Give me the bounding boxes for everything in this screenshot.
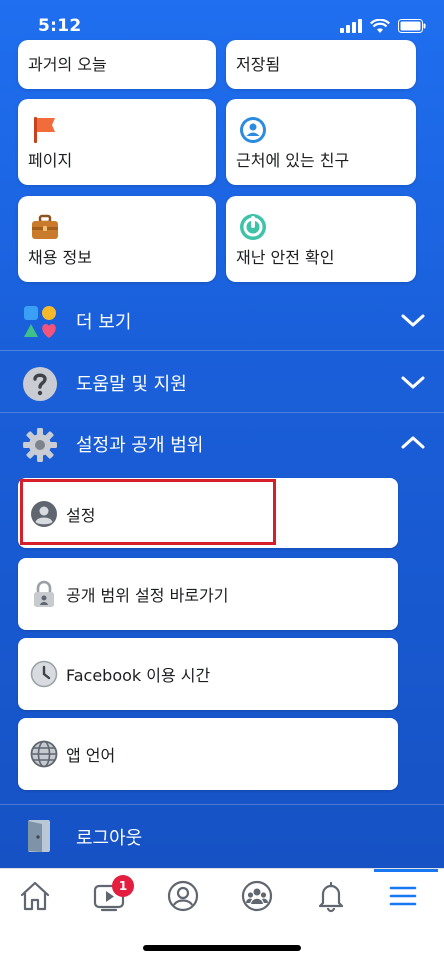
settings-item[interactable]: 설정 [18, 478, 398, 548]
shortcut-jobs[interactable]: 채용 정보 [18, 196, 216, 282]
shortcut-saved[interactable]: 저장됨 [226, 40, 416, 89]
tab-menu[interactable] [386, 879, 426, 919]
crisis-response-icon [240, 214, 266, 240]
profile-icon [167, 880, 199, 912]
logout-label: 로그아웃 [76, 828, 143, 849]
help-support-row[interactable]: 도움말 및 지원 [0, 352, 444, 412]
gear-icon [23, 428, 57, 462]
account-icon [31, 501, 57, 527]
status-icons [340, 16, 426, 36]
briefcase-icon [32, 214, 58, 239]
active-tab-indicator [374, 869, 438, 872]
menu-icon [389, 886, 417, 906]
battery-icon [398, 19, 426, 33]
chevron-down-icon [401, 314, 425, 327]
nearby-friends-icon [240, 117, 266, 143]
notification-badge: 1 [112, 875, 134, 897]
status-time: 5:12 [38, 16, 82, 36]
tab-profile[interactable] [166, 879, 206, 919]
shortcut-nearby-friends-label: 근처에 있는 친구 [236, 151, 350, 170]
shortcut-crisis-response[interactable]: 재난 안전 확인 [226, 196, 416, 282]
shortcut-crisis-response-label: 재난 안전 확인 [236, 248, 335, 267]
see-more-row[interactable]: 더 보기 [0, 290, 444, 350]
bell-icon [318, 881, 344, 913]
tab-home[interactable] [18, 879, 58, 919]
help-support-label: 도움말 및 지원 [76, 374, 187, 395]
shortcut-saved-label: 저장됨 [236, 55, 281, 74]
tab-notifications[interactable] [314, 879, 354, 919]
divider [0, 350, 444, 351]
shortcut-pages-label: 페이지 [28, 151, 73, 170]
lock-icon [34, 580, 54, 607]
see-more-label: 더 보기 [76, 312, 132, 333]
settings-item-label: 설정 [66, 506, 96, 525]
privacy-shortcuts-label: 공개 범위 설정 바로가기 [66, 586, 229, 605]
settings-privacy-label: 설정과 공개 범위 [76, 435, 204, 456]
divider [0, 804, 444, 805]
shortcut-memories-label: 과거의 오늘 [28, 55, 107, 74]
chevron-up-icon [401, 436, 425, 449]
shortcut-memories[interactable]: 과거의 오늘 [18, 40, 216, 89]
globe-icon [30, 740, 58, 768]
chevron-down-icon [401, 376, 425, 389]
settings-privacy-row[interactable]: 설정과 공개 범위 [0, 413, 444, 473]
app-language-item[interactable]: 앱 언어 [18, 718, 398, 790]
groups-icon [241, 880, 273, 912]
shortcut-jobs-label: 채용 정보 [28, 248, 92, 267]
door-icon [28, 820, 50, 852]
home-icon [20, 881, 50, 911]
shortcut-nearby-friends[interactable]: 근처에 있는 친구 [226, 99, 416, 185]
shapes-icon [24, 306, 56, 338]
time-on-facebook-label: Facebook 이용 시간 [66, 666, 211, 685]
menu-screen: 5:12 과거의 오늘 저장됨 페이지 근처에 있는 친구 채용 정보 재난 안… [0, 0, 444, 868]
privacy-shortcuts-item[interactable]: 공개 범위 설정 바로가기 [18, 558, 398, 630]
tab-groups[interactable] [240, 879, 280, 919]
time-on-facebook-item[interactable]: Facebook 이용 시간 [18, 638, 398, 710]
cellular-signal-icon [340, 19, 362, 33]
home-indicator [143, 945, 301, 951]
app-language-label: 앱 언어 [66, 746, 116, 765]
help-icon [23, 367, 57, 401]
clock-icon [30, 660, 58, 688]
shortcut-pages[interactable]: 페이지 [18, 99, 216, 185]
logout-row[interactable]: 로그아웃 [0, 806, 444, 866]
flag-icon [34, 117, 55, 143]
wifi-icon [370, 18, 390, 33]
